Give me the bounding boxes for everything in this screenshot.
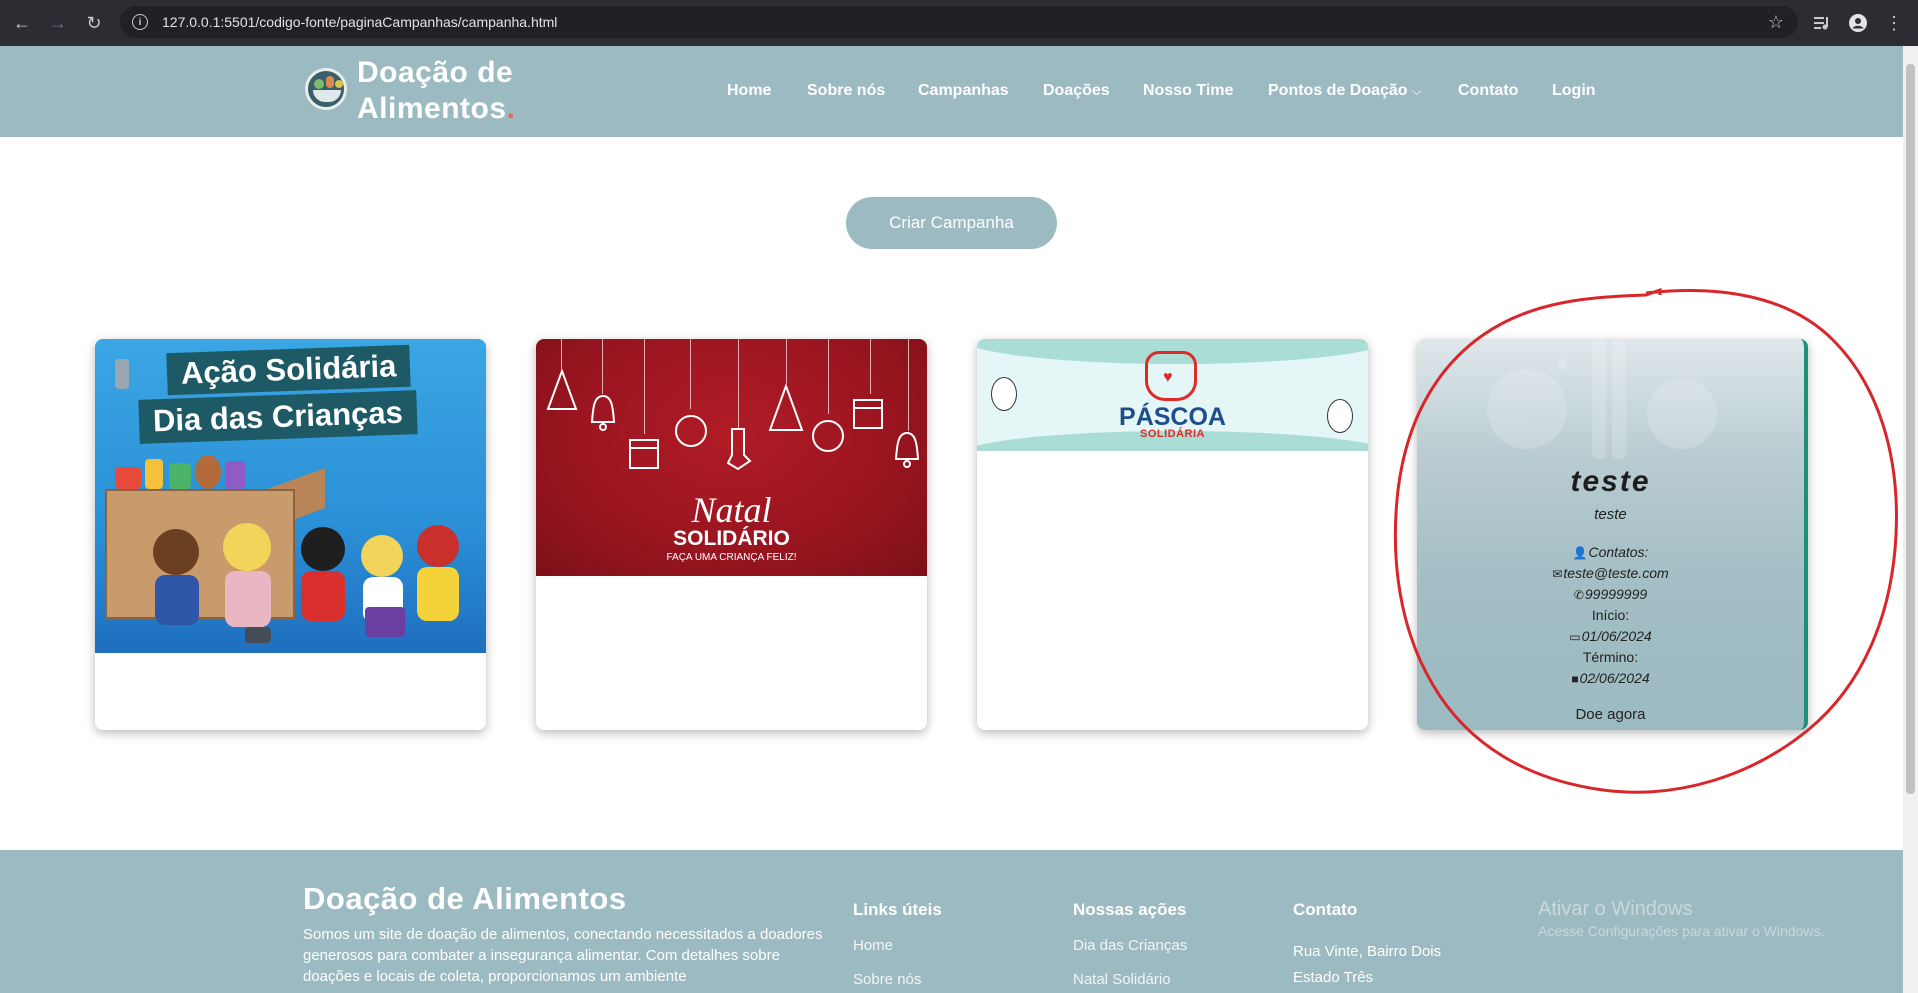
- browser-toolbar: ← → ↻ i 127.0.0.1:5501/codigo-fonte/pagi…: [0, 0, 1918, 46]
- gift-icon-2: [852, 394, 884, 434]
- heart-icon: ♥: [1163, 369, 1173, 386]
- end-label: Término:: [1582, 649, 1639, 665]
- nav-nosso-time[interactable]: Nosso Time: [1143, 82, 1233, 100]
- nav-home[interactable]: Home: [727, 82, 771, 100]
- stocking-icon: [724, 427, 752, 475]
- nav-campanhas[interactable]: Campanhas: [918, 82, 1009, 100]
- campaign-title: teste: [1570, 465, 1651, 498]
- campaign-image-pascoa-solidaria[interactable]: ♥ PÁSCOA SOLIDÁRIA: [977, 339, 1368, 451]
- footer-contact-title: Contato: [1293, 900, 1358, 919]
- start-date: 01/06/2024: [1581, 628, 1652, 644]
- bell-icon: [588, 394, 618, 436]
- url-text[interactable]: 127.0.0.1:5501/codigo-fonte/paginaCampan…: [162, 14, 557, 30]
- footer-link-dia-das-criancas[interactable]: Dia das Crianças: [1073, 937, 1187, 954]
- bell-icon-2: [892, 431, 922, 473]
- forward-icon[interactable]: →: [40, 5, 76, 41]
- campaign-card-natal-solidario[interactable]: Natal SOLIDÁRIO FAÇA UMA CRIANÇA FELIZ!: [536, 339, 927, 730]
- nav-doacoes[interactable]: Doações: [1043, 82, 1110, 100]
- footer-address: Rua Vinte, Bairro Dois: [1293, 943, 1442, 960]
- footer-title: Doação de Alimentos: [303, 881, 627, 916]
- nav-pontos-de-doacao[interactable]: Pontos de Doação ⌵: [1268, 82, 1421, 100]
- windows-activation-watermark: Ativar o Windows Acesse Configurações pa…: [1538, 898, 1824, 939]
- campaign-card-dia-das-criancas[interactable]: Ação Solidária Dia das Crianças: [95, 339, 486, 730]
- banner-line-2: Dia das Crianças: [138, 390, 418, 444]
- nav-login[interactable]: Login: [1552, 82, 1596, 100]
- email-row: ✉teste@teste.com: [1417, 565, 1804, 581]
- contacts-row: 👤Contatos:: [1417, 544, 1804, 560]
- nav-pontos-label: Pontos de Doação: [1268, 82, 1408, 99]
- donate-now-link[interactable]: Doe agora: [1417, 706, 1804, 723]
- bookmark-star-icon[interactable]: ☆: [1768, 12, 1784, 33]
- brand-logo-text[interactable]: Doação de Alimentos.: [357, 55, 515, 127]
- bauble-icon: [674, 409, 708, 453]
- contacts-label: Contatos:: [1588, 544, 1649, 560]
- end-date-row: ■02/06/2024: [1417, 670, 1804, 686]
- contact-phone: 99999999: [1584, 586, 1648, 602]
- site-info-icon[interactable]: i: [132, 14, 148, 30]
- footer-link-natal-solidario[interactable]: Natal Solidário: [1073, 971, 1171, 988]
- campaign-image-dia-das-criancas[interactable]: Ação Solidária Dia das Crianças: [95, 339, 486, 653]
- campaign-image-natal-solidario[interactable]: Natal SOLIDÁRIO FAÇA UMA CRIANÇA FELIZ!: [536, 339, 927, 576]
- gift-icon: [628, 434, 660, 474]
- reload-icon[interactable]: ↻: [76, 5, 112, 41]
- contact-email: teste@teste.com: [1563, 565, 1669, 581]
- solidario-text: SOLIDÁRIO: [673, 527, 790, 550]
- calendar-icon: ▭: [1569, 630, 1581, 644]
- phone-row: ✆99999999: [1417, 586, 1804, 602]
- footer-links-title: Links úteis: [853, 900, 942, 919]
- start-date-row: ▭01/06/2024: [1417, 628, 1804, 644]
- christmas-tree-icon-2: [768, 383, 804, 436]
- windows-watermark-title: Ativar o Windows: [1538, 898, 1693, 920]
- footer-description: Somos um site de doação de alimentos, co…: [303, 926, 823, 985]
- envelope-icon: ✉: [1552, 567, 1563, 581]
- back-icon[interactable]: ←: [4, 5, 40, 41]
- logo-icon[interactable]: [305, 68, 347, 110]
- brand-line-1: Doação de: [357, 56, 514, 89]
- profile-icon[interactable]: [1840, 5, 1876, 41]
- bauble-icon-2: [811, 414, 845, 458]
- christmas-tree-icon: [546, 368, 578, 415]
- banner-line-1: Ação Solidária: [166, 344, 412, 396]
- end-date: 02/06/2024: [1579, 670, 1650, 686]
- campaign-card-pascoa-solidaria[interactable]: ♥ PÁSCOA SOLIDÁRIA: [977, 339, 1368, 730]
- media-controls-icon[interactable]: [1804, 5, 1840, 41]
- calendar-filled-icon: ■: [1571, 672, 1579, 686]
- solidaria-text: SOLIDÁRIA: [1140, 428, 1205, 440]
- start-label: Início:: [1591, 607, 1630, 623]
- footer-state: Estado Três: [1293, 969, 1374, 986]
- footer-link-sobre-nos[interactable]: Sobre nós: [853, 971, 921, 988]
- campaign-card-teste[interactable]: teste teste 👤Contatos: ✉teste@teste.com …: [1417, 339, 1808, 730]
- footer-actions-title: Nossas ações: [1073, 900, 1187, 919]
- windows-watermark-subtitle: Acesse Configurações para ativar o Windo…: [1538, 923, 1825, 939]
- person-icon: 👤: [1572, 546, 1588, 560]
- nav-sobre-nos[interactable]: Sobre nós: [807, 82, 885, 100]
- campaign-description: teste: [1594, 506, 1627, 523]
- chevron-down-icon: ⌵: [1412, 84, 1422, 98]
- natal-text: Natal: [691, 490, 772, 530]
- address-bar[interactable]: i 127.0.0.1:5501/codigo-fonte/paginaCamp…: [120, 6, 1798, 38]
- scrollbar-thumb[interactable]: [1906, 64, 1915, 794]
- brand-line-2: Alimentos: [357, 92, 507, 125]
- create-campaign-button[interactable]: Criar Campanha: [846, 197, 1057, 249]
- nav-contato[interactable]: Contato: [1458, 82, 1518, 100]
- phone-icon: ✆: [1573, 588, 1584, 602]
- footer-link-home[interactable]: Home: [853, 937, 893, 954]
- brand-dot: .: [506, 92, 516, 125]
- tagline-text: FAÇA UMA CRIANÇA FELIZ!: [666, 552, 797, 563]
- browser-menu-icon[interactable]: ⋮: [1876, 5, 1912, 41]
